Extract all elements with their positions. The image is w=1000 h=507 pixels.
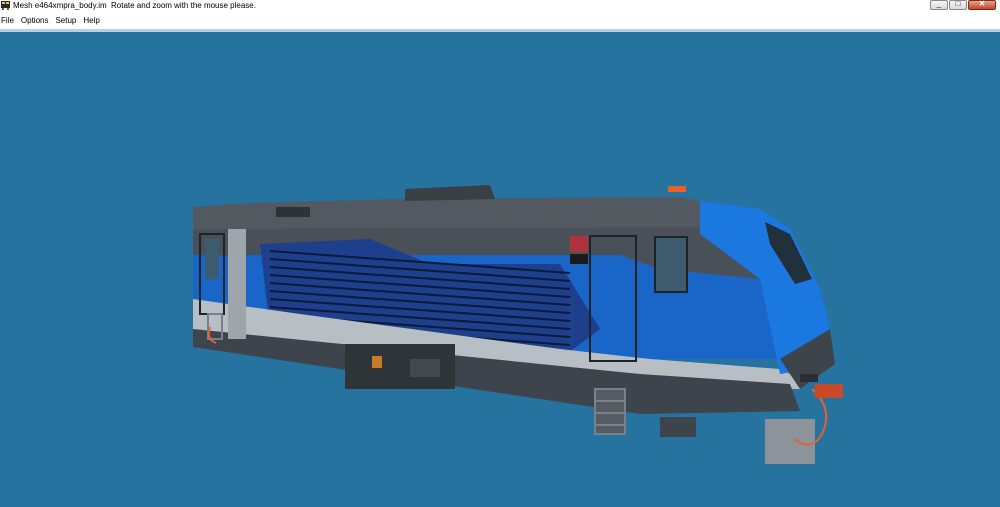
roof-fan (405, 185, 495, 201)
window-title: Mesh e464xmpra_body.im (13, 1, 107, 10)
menu-options[interactable]: Options (19, 16, 54, 25)
underframe-panel (410, 359, 440, 377)
warning-sign (372, 356, 382, 368)
menu-help[interactable]: Help (81, 16, 104, 25)
window-controls: _ □ ✕ (930, 0, 996, 11)
logo-plate (570, 236, 588, 252)
cab-window-front (654, 236, 688, 293)
menu-file[interactable]: File (0, 16, 19, 25)
roof-horn (668, 186, 686, 192)
rear-pillar (228, 229, 246, 339)
close-icon: ✕ (978, 0, 986, 8)
minimize-icon: _ (936, 0, 942, 8)
close-button[interactable]: ✕ (968, 0, 996, 10)
menu-bar: File Options Setup Help (0, 12, 1000, 29)
title-bar: Mesh e464xmpra_body.im Rotate and zoom w… (0, 0, 1000, 12)
minimize-button[interactable]: _ (930, 0, 948, 10)
menu-setup[interactable]: Setup (53, 16, 81, 25)
cab-window-rear (205, 239, 219, 279)
roof-grille (276, 207, 310, 217)
number-plate (570, 254, 588, 264)
3d-viewport[interactable] (0, 29, 1000, 507)
locomotive-model (193, 185, 843, 464)
front-ladder (594, 388, 626, 435)
app-icon (1, 1, 10, 10)
maximize-icon: □ (955, 0, 961, 8)
bogie-block (660, 417, 696, 437)
window-hint: Rotate and zoom with the mouse please. (111, 1, 256, 10)
maximize-button[interactable]: □ (949, 0, 967, 10)
